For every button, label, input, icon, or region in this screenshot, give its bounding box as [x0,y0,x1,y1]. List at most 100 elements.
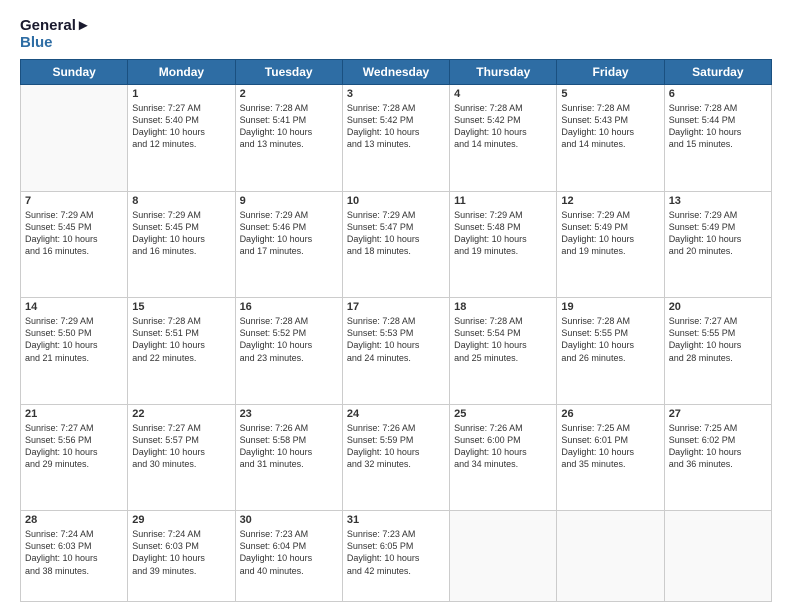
cell-info: and 13 minutes. [240,138,338,150]
calendar-cell: 2Sunrise: 7:28 AMSunset: 5:41 PMDaylight… [235,85,342,192]
cell-info: Sunrise: 7:28 AM [454,102,552,114]
cell-info: Sunrise: 7:28 AM [561,315,659,327]
cell-info: and 16 minutes. [25,245,123,257]
cell-info: Daylight: 10 hours [240,552,338,564]
cell-info: and 38 minutes. [25,565,123,577]
cell-info: Daylight: 10 hours [240,446,338,458]
cell-info: and 15 minutes. [669,138,767,150]
calendar-cell: 23Sunrise: 7:26 AMSunset: 5:58 PMDayligh… [235,404,342,511]
logo: General► Blue [20,18,91,51]
cell-info: Sunset: 5:55 PM [669,327,767,339]
cell-info: Sunrise: 7:28 AM [454,315,552,327]
calendar-cell: 16Sunrise: 7:28 AMSunset: 5:52 PMDayligh… [235,298,342,405]
cell-info: and 20 minutes. [669,245,767,257]
cell-info: Daylight: 10 hours [132,339,230,351]
cell-info: Sunset: 6:01 PM [561,434,659,446]
calendar-cell: 3Sunrise: 7:28 AMSunset: 5:42 PMDaylight… [342,85,449,192]
cell-info: Sunrise: 7:28 AM [240,315,338,327]
cell-info: Sunset: 5:48 PM [454,221,552,233]
cell-info: Daylight: 10 hours [25,446,123,458]
day-number: 20 [669,301,767,313]
cell-info: and 28 minutes. [669,352,767,364]
cell-info: Sunset: 5:50 PM [25,327,123,339]
cell-info: and 19 minutes. [454,245,552,257]
cell-info: Sunrise: 7:26 AM [454,422,552,434]
day-number: 9 [240,195,338,207]
day-number: 16 [240,301,338,313]
week-row-5: 28Sunrise: 7:24 AMSunset: 6:03 PMDayligh… [21,511,772,602]
cell-info: Daylight: 10 hours [347,446,445,458]
cell-info: and 14 minutes. [454,138,552,150]
cell-info: Daylight: 10 hours [347,339,445,351]
column-header-wednesday: Wednesday [342,60,449,85]
day-number: 1 [132,88,230,100]
cell-info: and 34 minutes. [454,458,552,470]
column-header-thursday: Thursday [450,60,557,85]
calendar-cell: 28Sunrise: 7:24 AMSunset: 6:03 PMDayligh… [21,511,128,602]
cell-info: Sunrise: 7:29 AM [240,209,338,221]
cell-info: Sunrise: 7:27 AM [25,422,123,434]
cell-info: Sunrise: 7:24 AM [25,528,123,540]
cell-info: Daylight: 10 hours [132,446,230,458]
cell-info: Daylight: 10 hours [347,552,445,564]
header: General► Blue [20,18,772,51]
day-number: 6 [669,88,767,100]
day-number: 25 [454,408,552,420]
calendar-cell: 21Sunrise: 7:27 AMSunset: 5:56 PMDayligh… [21,404,128,511]
cell-info: Daylight: 10 hours [25,552,123,564]
cell-info: Sunset: 5:47 PM [347,221,445,233]
cell-info: Daylight: 10 hours [347,233,445,245]
calendar-cell: 20Sunrise: 7:27 AMSunset: 5:55 PMDayligh… [664,298,771,405]
cell-info: Sunrise: 7:25 AM [561,422,659,434]
day-number: 2 [240,88,338,100]
cell-info: Sunset: 6:05 PM [347,540,445,552]
cell-info: and 32 minutes. [347,458,445,470]
day-number: 29 [132,514,230,526]
cell-info: Sunset: 5:57 PM [132,434,230,446]
calendar-cell [450,511,557,602]
day-number: 26 [561,408,659,420]
week-row-1: 1Sunrise: 7:27 AMSunset: 5:40 PMDaylight… [21,85,772,192]
column-header-sunday: Sunday [21,60,128,85]
cell-info: Sunset: 5:45 PM [132,221,230,233]
day-number: 8 [132,195,230,207]
cell-info: Daylight: 10 hours [561,233,659,245]
cell-info: Daylight: 10 hours [561,126,659,138]
calendar-cell: 18Sunrise: 7:28 AMSunset: 5:54 PMDayligh… [450,298,557,405]
day-number: 12 [561,195,659,207]
cell-info: Sunrise: 7:29 AM [25,209,123,221]
calendar-cell [557,511,664,602]
cell-info: Daylight: 10 hours [25,339,123,351]
cell-info: Sunrise: 7:28 AM [669,102,767,114]
cell-info: Sunrise: 7:28 AM [561,102,659,114]
cell-info: Daylight: 10 hours [240,339,338,351]
column-header-saturday: Saturday [664,60,771,85]
column-header-tuesday: Tuesday [235,60,342,85]
cell-info: Daylight: 10 hours [454,339,552,351]
cell-info: Sunrise: 7:29 AM [669,209,767,221]
cell-info: and 18 minutes. [347,245,445,257]
cell-info: Sunrise: 7:27 AM [132,422,230,434]
day-number: 15 [132,301,230,313]
cell-info: Sunset: 6:04 PM [240,540,338,552]
cell-info: and 17 minutes. [240,245,338,257]
cell-info: Sunset: 5:42 PM [454,114,552,126]
calendar-cell: 6Sunrise: 7:28 AMSunset: 5:44 PMDaylight… [664,85,771,192]
page: General► Blue SundayMondayTuesdayWednesd… [0,0,792,612]
day-number: 19 [561,301,659,313]
week-row-3: 14Sunrise: 7:29 AMSunset: 5:50 PMDayligh… [21,298,772,405]
calendar-cell: 5Sunrise: 7:28 AMSunset: 5:43 PMDaylight… [557,85,664,192]
calendar-cell: 25Sunrise: 7:26 AMSunset: 6:00 PMDayligh… [450,404,557,511]
cell-info: and 42 minutes. [347,565,445,577]
cell-info: Sunrise: 7:23 AM [240,528,338,540]
cell-info: Sunrise: 7:29 AM [454,209,552,221]
day-number: 13 [669,195,767,207]
day-number: 3 [347,88,445,100]
calendar-cell: 15Sunrise: 7:28 AMSunset: 5:51 PMDayligh… [128,298,235,405]
calendar-cell: 7Sunrise: 7:29 AMSunset: 5:45 PMDaylight… [21,191,128,298]
cell-info: Sunrise: 7:29 AM [347,209,445,221]
calendar-cell: 4Sunrise: 7:28 AMSunset: 5:42 PMDaylight… [450,85,557,192]
day-number: 27 [669,408,767,420]
cell-info: and 16 minutes. [132,245,230,257]
day-number: 21 [25,408,123,420]
